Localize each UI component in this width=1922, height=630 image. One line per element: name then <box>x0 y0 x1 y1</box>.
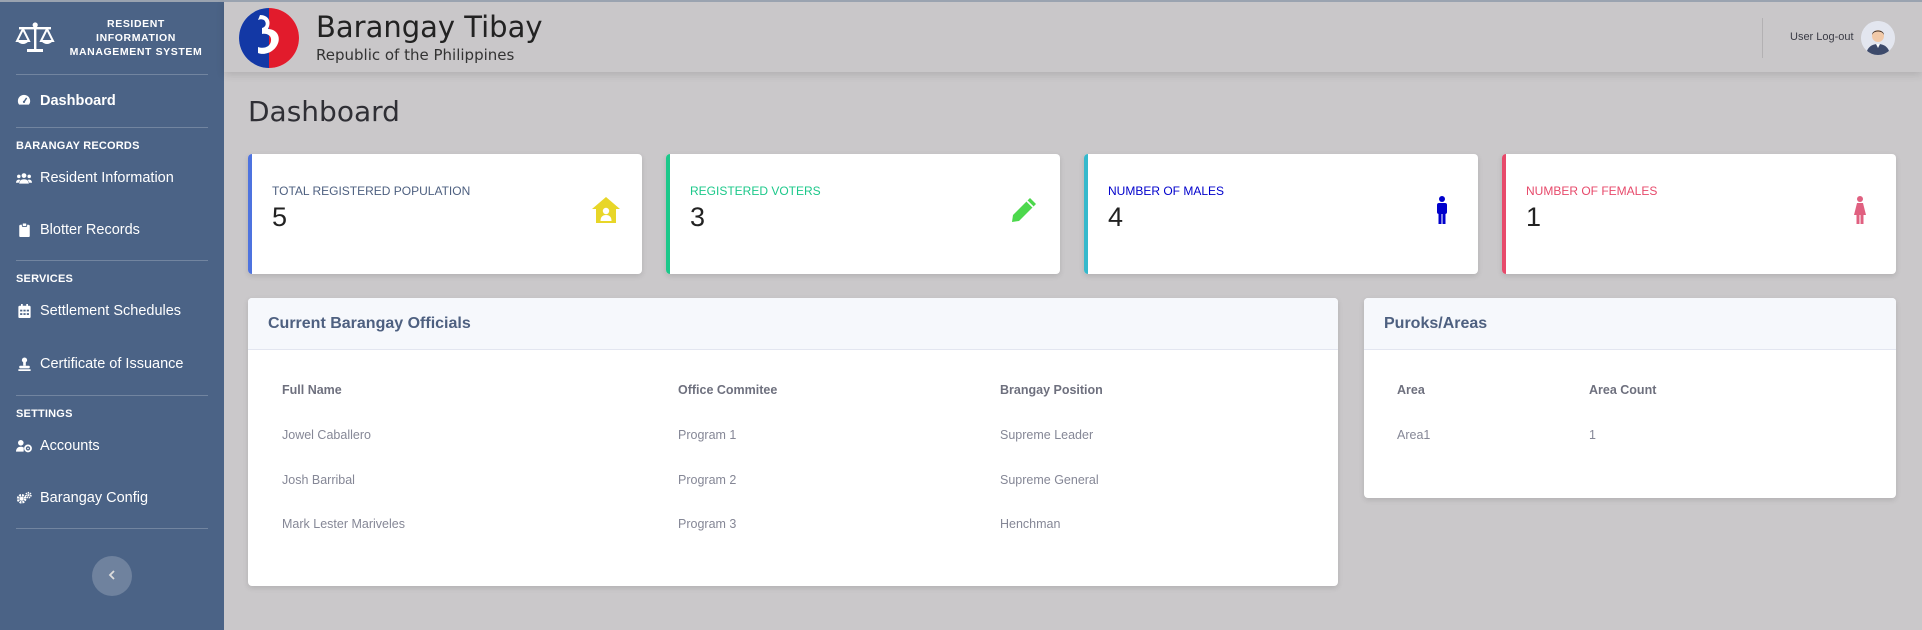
stat-value: 4 <box>1108 202 1124 232</box>
sidebar-item-label: Resident Information <box>40 170 174 186</box>
home-user-icon <box>590 194 622 226</box>
table-header: Office Commitee <box>678 383 778 397</box>
sidebar-item-label: Settlement Schedules <box>40 303 182 319</box>
table-header: Brangay Position <box>1000 383 1103 397</box>
stat-value: 1 <box>1526 202 1542 232</box>
title-block: Barangay Tibay Republic of the Philippin… <box>316 10 543 64</box>
table-cell: Area1 <box>1397 428 1431 442</box>
sidebar-item-label: Accounts <box>40 438 100 454</box>
calendar-icon <box>16 303 32 319</box>
brand-line-1: RESIDENT INFORMATION <box>96 18 176 44</box>
sidebar-item-label: Blotter Records <box>40 222 140 238</box>
female-icon <box>1844 194 1876 226</box>
barangay-logo <box>238 7 300 69</box>
table-cell: 1 <box>1589 428 1596 442</box>
sidebar-divider <box>16 528 208 529</box>
sidebar-item-label: Certificate of Issuance <box>40 356 184 372</box>
sidebar-item-dashboard[interactable]: Dashboard <box>0 75 224 127</box>
scale-icon <box>14 17 56 59</box>
sidebar-item-accounts[interactable]: Accounts <box>0 424 224 468</box>
stat-card-males: NUMBER OF MALES 4 <box>1084 154 1478 274</box>
topbar-divider <box>1762 18 1763 58</box>
table-cell: Supreme General <box>1000 473 1099 487</box>
table-header: Area <box>1397 383 1425 397</box>
card-accent-bar <box>1084 154 1088 274</box>
cogs-icon <box>16 490 32 506</box>
table-cell: Josh Barribal <box>282 473 355 487</box>
sidebar-item-certificate-of-issuance[interactable]: Certificate of Issuance <box>0 333 224 395</box>
table-cell: Supreme Leader <box>1000 428 1094 442</box>
tachometer-icon <box>16 93 32 109</box>
sidebar-brand[interactable]: RESIDENT INFORMATION MANAGEMENT SYSTEM <box>0 2 224 74</box>
sidebar-heading-services: SERVICES <box>16 273 74 285</box>
app-title: Barangay Tibay <box>316 10 543 44</box>
stamp-icon <box>16 356 32 372</box>
sidebar-item-resident-information[interactable]: Resident Information <box>0 156 224 200</box>
sidebar-item-settlement-schedules[interactable]: Settlement Schedules <box>0 289 224 333</box>
brand-line-2: MANAGEMENT SYSTEM <box>69 46 203 58</box>
sidebar: RESIDENT INFORMATION MANAGEMENT SYSTEM D… <box>0 0 224 630</box>
brand-text: RESIDENT INFORMATION MANAGEMENT SYSTEM <box>66 17 206 59</box>
user-cog-icon <box>16 438 32 454</box>
stat-label: NUMBER OF MALES <box>1108 184 1225 198</box>
sidebar-heading-records: BARANGAY RECORDS <box>16 140 140 152</box>
topbar: Barangay Tibay Republic of the Philippin… <box>224 0 1922 72</box>
user-logout-link[interactable]: User Log-out <box>1790 31 1854 43</box>
stat-card-population: TOTAL REGISTERED POPULATION 5 <box>248 154 642 274</box>
officials-panel-title: Current Barangay Officials <box>248 298 1338 350</box>
sidebar-item-barangay-config[interactable]: Barangay Config <box>0 468 224 528</box>
puroks-panel-title: Puroks/Areas <box>1364 298 1896 350</box>
page-title: Dashboard <box>248 95 400 128</box>
table-header: Full Name <box>282 383 342 397</box>
stat-label: REGISTERED VOTERS <box>690 184 821 198</box>
table-cell: Program 1 <box>678 428 737 442</box>
table-cell: Program 3 <box>678 517 737 531</box>
stat-card-females: NUMBER OF FEMALES 1 <box>1502 154 1896 274</box>
stat-label: NUMBER OF FEMALES <box>1526 184 1658 198</box>
sidebar-heading-settings: SETTINGS <box>16 408 73 420</box>
sidebar-item-blotter-records[interactable]: Blotter Records <box>0 200 224 260</box>
clipboard-icon <box>16 222 32 238</box>
pencil-icon <box>1008 194 1040 226</box>
table-cell: Henchman <box>1000 517 1061 531</box>
users-icon <box>16 170 32 186</box>
table-cell: Mark Lester Mariveles <box>282 517 405 531</box>
officials-panel: Current Barangay Officials Full Name Off… <box>248 298 1338 586</box>
app-subtitle: Republic of the Philippines <box>316 46 515 64</box>
male-icon <box>1426 194 1458 226</box>
stat-value: 3 <box>690 202 706 232</box>
sidebar-item-label: Dashboard <box>40 93 116 109</box>
sidebar-item-label: Barangay Config <box>40 490 149 506</box>
table-header: Area Count <box>1589 383 1657 397</box>
stat-label: TOTAL REGISTERED POPULATION <box>272 184 471 198</box>
card-accent-bar <box>666 154 670 274</box>
sidebar-toggle-button[interactable] <box>92 556 132 596</box>
card-accent-bar <box>248 154 252 274</box>
stat-value: 5 <box>272 202 288 232</box>
avatar[interactable] <box>1861 21 1895 55</box>
card-accent-bar <box>1502 154 1506 274</box>
table-cell: Program 2 <box>678 473 737 487</box>
chevron-left-icon <box>108 567 116 585</box>
puroks-panel: Puroks/Areas Area Area Count Area1 1 <box>1364 298 1896 498</box>
stat-card-voters: REGISTERED VOTERS 3 <box>666 154 1060 274</box>
table-cell: Jowel Caballero <box>282 428 371 442</box>
